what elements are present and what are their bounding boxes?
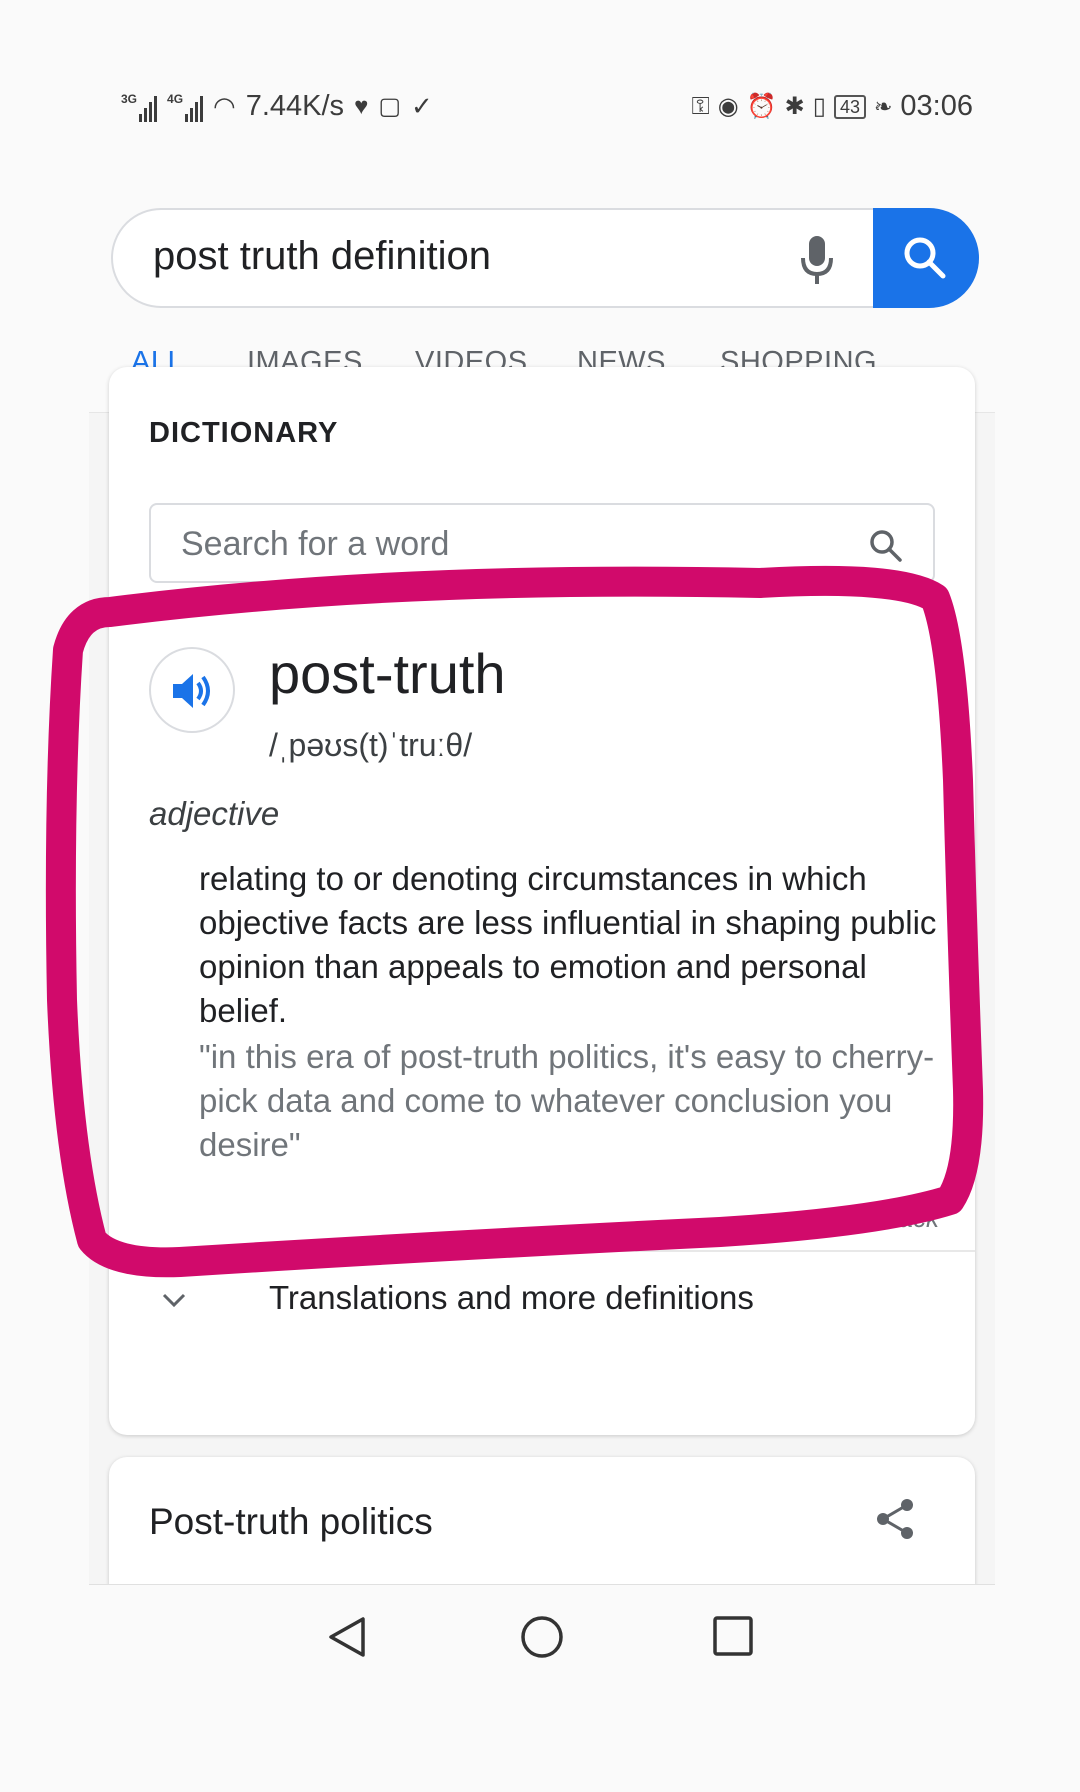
bluetooth-icon: ✱ [784,93,805,120]
vpn-key-icon: ⚿ [691,92,710,120]
search-query[interactable]: post truth definition [153,234,491,279]
pronunciation-button[interactable] [149,647,235,733]
phone-screen: 3G 4G ◠ 7.44K/s ♥ ▢ ✓ ⚿ ◉ ⏰ ✱ ▯ 43 ❧ 03:… [89,72,995,1686]
more-definitions-link[interactable]: Translations and more definitions [269,1279,754,1317]
definition-text: relating to or denoting circumstances in… [199,860,937,1029]
share-icon[interactable] [875,1497,915,1541]
download-done-icon: ✓ [411,91,433,121]
search-bar[interactable]: post truth definition [111,208,979,308]
example-text: "in this era of post-truth politics, it'… [199,1038,935,1163]
home-icon[interactable] [520,1615,564,1659]
vibrate-icon: ▯ [812,93,826,120]
alarm-icon: ⏰ [746,93,777,120]
eye-icon: ◉ [717,93,739,120]
feedback-link[interactable]: Feedback [825,1203,939,1234]
part-of-speech: adjective [149,795,280,832]
health-icon: ♥ [354,92,369,120]
word-search-field[interactable]: Search for a word [149,503,935,583]
headword: post-truth [269,642,506,705]
post-truth-politics-card[interactable]: Post-truth politics [109,1457,975,1587]
battery-icon: 43 [833,94,866,119]
network-type-3g: 3G [121,91,138,106]
word-search-placeholder: Search for a word [181,525,450,563]
status-bar: 3G 4G ◠ 7.44K/s ♥ ▢ ✓ ⚿ ◉ ⏰ ✱ ▯ 43 ❧ 03:… [89,72,995,142]
phonetic: /ˌpəʊs(t)ˈtruːθ/ [269,727,473,763]
wifi-icon: ◠ [213,91,236,121]
search-icon [904,237,946,279]
card-title[interactable]: Post-truth politics [149,1501,433,1543]
status-left: 3G 4G ◠ 7.44K/s ♥ ▢ ✓ [121,90,433,123]
chevron-down-icon[interactable] [161,1287,187,1313]
back-icon[interactable] [327,1615,367,1659]
mic-icon[interactable] [797,232,837,288]
status-right: ⚿ ◉ ⏰ ✱ ▯ 43 ❧ 03:06 [692,90,973,123]
speaker-icon [173,674,210,708]
leaf-icon: ❧ [873,93,893,119]
signal-3g-icon: 3G [121,91,158,122]
network-speed: 7.44K/s [245,90,345,122]
android-nav-bar [89,1584,995,1686]
network-type-4g: 4G [167,91,184,106]
search-button[interactable] [873,208,979,308]
dictionary-card: DICTIONARY Search for a word post-truth … [109,367,975,1435]
signal-4g-icon: 4G [167,91,204,122]
recents-icon[interactable] [712,1615,754,1657]
instagram-icon: ▢ [378,93,401,120]
clock: 03:06 [900,90,973,122]
divider [109,1250,975,1252]
dictionary-label: DICTIONARY [149,417,339,449]
search-icon[interactable] [869,529,903,563]
